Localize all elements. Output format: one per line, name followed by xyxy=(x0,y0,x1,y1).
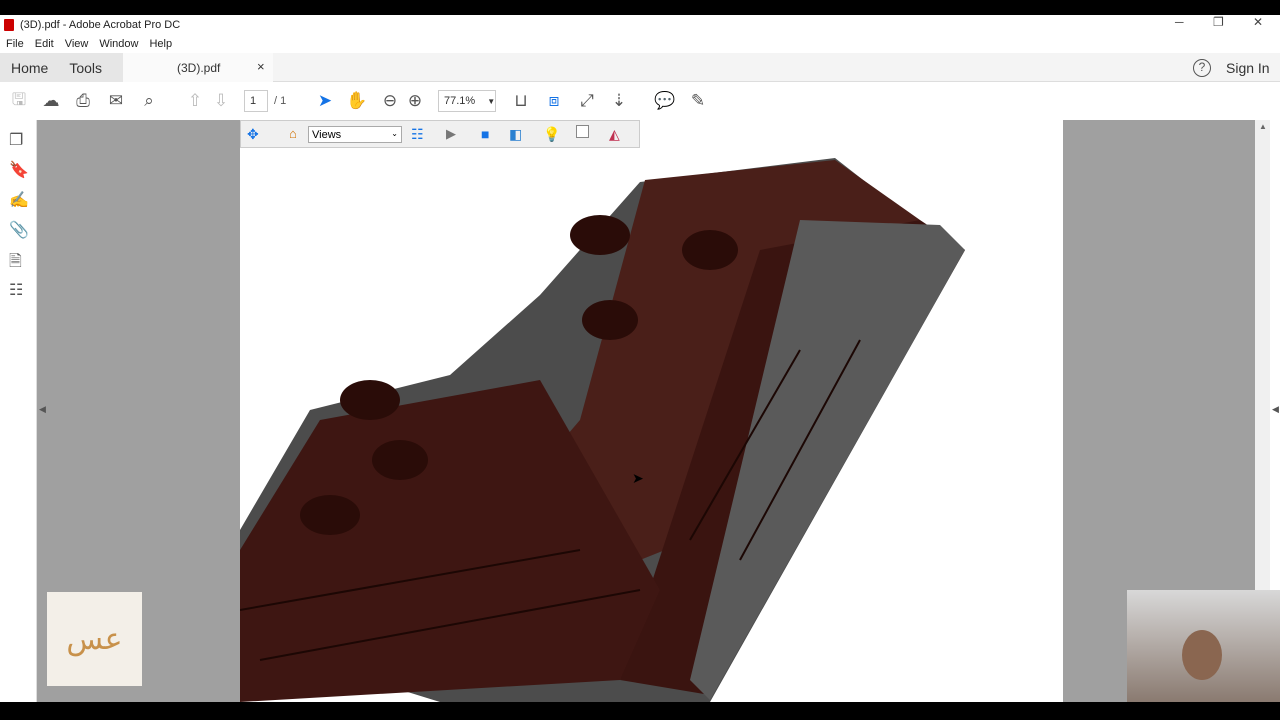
expand-right-icon[interactable]: ◀ xyxy=(1272,404,1279,415)
help-icon[interactable]: ? xyxy=(1193,59,1211,77)
pdf-page-3d-view[interactable]: ➤ xyxy=(240,120,1063,702)
tab-home[interactable]: Home xyxy=(11,60,48,76)
email-icon[interactable]: ✉ xyxy=(105,90,127,112)
fit-page-icon[interactable]: ⊔ xyxy=(510,90,532,112)
menu-view[interactable]: View xyxy=(65,38,89,50)
comment-icon[interactable]: 💬 xyxy=(654,90,676,112)
signature-icon[interactable]: ✍ xyxy=(9,190,29,210)
page-up-icon[interactable]: ⇧ xyxy=(184,90,206,112)
zoom-in-icon[interactable]: ⊕ xyxy=(404,90,426,112)
document-icon[interactable]: 🗎 xyxy=(9,250,22,277)
views-select-value: Views xyxy=(312,129,342,141)
tab-document[interactable]: (3D).pdf × xyxy=(123,53,273,82)
model-tree-icon[interactable]: ☷ xyxy=(9,280,23,300)
print-icon[interactable]: ⎙ xyxy=(72,90,94,112)
tab-tools[interactable]: Tools xyxy=(69,60,102,76)
3d-toolbar: ✥ ⌂ Views ⌄ ☷ ▶ ■ ◧ 💡 ◭ xyxy=(240,120,640,148)
bookmark-icon[interactable]: 🔖 xyxy=(9,160,29,180)
close-button[interactable]: ✕ xyxy=(1253,15,1263,29)
save-icon[interactable]: 🖫 xyxy=(8,90,30,112)
left-navigation-panel: ❐ 🔖 ✍ 📎 🗎 ☷ xyxy=(0,120,37,702)
views-select[interactable]: Views ⌄ xyxy=(308,126,402,143)
page-number-input[interactable]: 1 xyxy=(244,90,268,112)
page-down-icon[interactable]: ⇩ xyxy=(210,90,232,112)
menu-edit[interactable]: Edit xyxy=(35,38,54,50)
lighting-icon[interactable]: 💡 xyxy=(543,126,560,143)
model-tree-toggle-icon[interactable]: ☷ xyxy=(411,126,424,143)
page-total: / 1 xyxy=(274,95,287,107)
tab-document-label: (3D).pdf xyxy=(177,61,221,75)
cross-section-icon[interactable]: ◭ xyxy=(609,126,620,143)
pdf-icon xyxy=(4,19,14,31)
menu-window[interactable]: Window xyxy=(99,38,138,50)
render-mode-icon[interactable]: ◧ xyxy=(509,126,522,143)
home-view-icon[interactable]: ⌂ xyxy=(289,126,297,141)
toolbar: 🖫 ☁ ⎙ ✉ ⌕ ⇧ ⇩ 1 / 1 ➤ ✋ ⊖ ⊕ 77.1% ▼ ⊔ ⧈ ⤢… xyxy=(0,82,1280,120)
projection-cube-icon[interactable]: ■ xyxy=(481,126,489,142)
zoom-value: 77.1% xyxy=(444,95,476,107)
read-mode-icon[interactable]: ⇣ xyxy=(608,90,630,112)
upload-cloud-icon[interactable]: ☁ xyxy=(40,90,62,112)
title-bar: (3D).pdf - Adobe Acrobat Pro DC ─ ❐ ✕ xyxy=(0,15,1280,35)
menu-file[interactable]: File xyxy=(6,38,24,50)
menu-help[interactable]: Help xyxy=(149,38,172,50)
restore-button[interactable]: ❐ xyxy=(1213,15,1224,29)
attachment-icon[interactable]: 📎 xyxy=(9,220,29,240)
page-thumbnails-icon[interactable]: ❐ xyxy=(9,130,23,150)
background-color-icon[interactable] xyxy=(576,125,589,138)
menu-bar: File Edit View Window Help xyxy=(0,35,1280,53)
zoom-select[interactable]: 77.1% ▼ xyxy=(438,90,496,112)
mouse-cursor-icon: ➤ xyxy=(632,470,644,486)
tab-close-icon[interactable]: × xyxy=(257,59,265,74)
presenter-face xyxy=(1182,630,1222,680)
3d-model[interactable] xyxy=(240,120,1063,702)
rotate-3d-icon[interactable]: ✥ xyxy=(247,126,259,143)
watermark-logo: ع‍س xyxy=(47,592,142,686)
minimize-button[interactable]: ─ xyxy=(1175,15,1184,29)
hand-icon[interactable]: ✋ xyxy=(346,90,368,112)
zoom-out-icon[interactable]: ⊖ xyxy=(379,90,401,112)
chevron-down-icon: ⌄ xyxy=(391,129,398,138)
pen-icon[interactable]: ✎ xyxy=(687,90,709,112)
select-cursor-icon[interactable]: ➤ xyxy=(314,90,336,112)
tab-bar: Home Tools (3D).pdf × ? Sign In xyxy=(0,53,1280,82)
chevron-down-icon: ▼ xyxy=(487,96,496,106)
scroll-up-icon[interactable]: ▲ xyxy=(1259,122,1267,131)
collapse-left-icon[interactable]: ◀ xyxy=(39,404,46,415)
webcam-overlay xyxy=(1127,590,1280,702)
vertical-scrollbar[interactable]: ▲ xyxy=(1255,120,1270,590)
search-icon[interactable]: ⌕ xyxy=(138,90,160,112)
play-animation-icon[interactable]: ▶ xyxy=(446,126,456,142)
window-title: (3D).pdf - Adobe Acrobat Pro DC xyxy=(20,19,181,31)
sign-in-link[interactable]: Sign In xyxy=(1226,60,1270,76)
fit-width-icon[interactable]: ⧈ xyxy=(543,90,565,112)
full-screen-icon[interactable]: ⤢ xyxy=(576,90,598,112)
